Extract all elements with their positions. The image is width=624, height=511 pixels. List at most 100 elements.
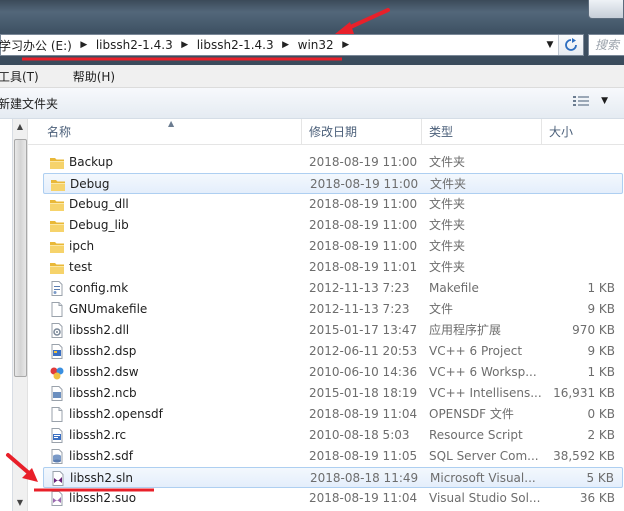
file-name: test bbox=[69, 260, 93, 274]
breadcrumb-drive[interactable]: 学习办公 (E:) ▶ bbox=[0, 35, 90, 55]
file-date: 2018-08-19 11:00 bbox=[309, 155, 418, 169]
file-row[interactable]: libssh2.dll 2015-01-17 13:47 应用程序扩展 970 KB bbox=[43, 320, 623, 341]
column-header-date[interactable]: 修改日期 bbox=[309, 119, 357, 144]
vertical-scrollbar[interactable]: ▲ ▼ bbox=[13, 119, 28, 511]
breadcrumb-label: libssh2-1.4.3 bbox=[95, 38, 173, 52]
breadcrumb-label: 学习办公 (E:) bbox=[0, 38, 72, 53]
file-size: 970 KB bbox=[572, 323, 615, 337]
dsw-icon bbox=[49, 365, 65, 380]
new-folder-button[interactable]: 新建文件夹 bbox=[0, 95, 58, 112]
folder-icon bbox=[49, 218, 65, 233]
file-date: 2018-08-19 11:00 bbox=[309, 239, 418, 253]
file-date: 2012-06-11 20:53 bbox=[309, 344, 418, 358]
file-row[interactable]: libssh2.dsw 2010-06-10 14:36 VC++ 6 Worksp… bbox=[43, 362, 623, 383]
folder-icon bbox=[49, 260, 65, 275]
file-row[interactable]: Backup 2018-08-19 11:00 文件夹 bbox=[43, 152, 623, 173]
column-header-row: ▲ 名称 修改日期 类型 大小 bbox=[13, 119, 624, 145]
search-input[interactable]: 搜索 bbox=[588, 34, 624, 56]
file-row[interactable]: libssh2.ncb 2015-01-18 18:19 VC++ Intellis… bbox=[43, 383, 623, 404]
folder-icon bbox=[50, 177, 66, 192]
breadcrumb-label: win32 bbox=[297, 38, 334, 52]
file-size: 5 KB bbox=[586, 471, 614, 485]
breadcrumb-win32[interactable]: win32 ▶ bbox=[292, 35, 352, 55]
file-row[interactable]: libssh2.dsp 2012-06-11 20:53 VC++ 6 Projec… bbox=[43, 341, 623, 362]
file-row[interactable]: test 2018-08-19 11:01 文件夹 bbox=[43, 257, 623, 278]
view-list-icon bbox=[573, 96, 590, 106]
file-date: 2010-08-18 5:03 bbox=[309, 428, 410, 442]
file-date: 2018-08-19 11:04 bbox=[309, 407, 418, 421]
makefile-icon bbox=[49, 281, 65, 296]
column-divider[interactable] bbox=[301, 119, 302, 144]
file-type: SQL Server Com... bbox=[429, 449, 539, 463]
chevron-down-icon[interactable]: ▼ bbox=[543, 38, 557, 52]
column-header-name[interactable]: 名称 bbox=[47, 119, 71, 144]
file-row[interactable]: GNUmakefile 2012-11-13 7:23 文件 9 KB bbox=[43, 299, 623, 320]
file-row[interactable]: Debug_dll 2018-08-19 11:00 文件夹 bbox=[43, 194, 623, 215]
blank-file-icon bbox=[49, 407, 65, 422]
file-date: 2018-08-19 11:04 bbox=[309, 491, 418, 505]
column-header-type[interactable]: 类型 bbox=[429, 119, 453, 144]
file-type: VC++ Intellisens... bbox=[429, 386, 541, 400]
file-row[interactable]: libssh2.opensdf 2018-08-19 11:04 OPENSDF 文… bbox=[43, 404, 623, 425]
file-row[interactable]: config.mk 2012-11-13 7:23 Makefile 1 KB bbox=[43, 278, 623, 299]
scroll-up-icon[interactable]: ▲ bbox=[13, 119, 27, 135]
rc-icon bbox=[49, 428, 65, 443]
file-size: 0 KB bbox=[587, 407, 615, 421]
column-header-size[interactable]: 大小 bbox=[549, 119, 573, 144]
navigation-pane bbox=[0, 119, 13, 511]
sort-ascending-icon: ▲ bbox=[168, 119, 175, 128]
file-date: 2018-08-19 11:00 bbox=[309, 218, 418, 232]
file-size: 9 KB bbox=[587, 302, 615, 316]
file-type: Resource Script bbox=[429, 428, 523, 442]
column-divider[interactable] bbox=[541, 119, 542, 144]
file-type: 文件夹 bbox=[430, 177, 467, 191]
file-name: libssh2.dsp bbox=[69, 344, 137, 358]
file-name: libssh2.dsw bbox=[69, 365, 139, 379]
file-size: 36 KB bbox=[579, 491, 615, 505]
view-options-button[interactable]: ▼ bbox=[573, 95, 608, 107]
file-size: 1 KB bbox=[587, 365, 615, 379]
file-name: libssh2.ncb bbox=[69, 386, 137, 400]
menu-help[interactable]: 帮助(H) bbox=[73, 68, 125, 85]
file-name: libssh2.suo bbox=[69, 491, 137, 505]
folder-icon bbox=[49, 239, 65, 254]
address-bar[interactable]: 学习办公 (E:) ▶ libssh2-1.4.3 ▶ libssh2-1.4.… bbox=[0, 34, 584, 56]
chevron-down-icon[interactable]: ▼ bbox=[601, 96, 608, 106]
file-date: 2015-01-18 18:19 bbox=[309, 386, 418, 400]
file-date: 2015-01-17 13:47 bbox=[309, 323, 418, 337]
file-name: libssh2.dll bbox=[69, 323, 130, 337]
chevron-right-icon[interactable]: ▶ bbox=[340, 40, 352, 50]
file-size: 2 KB bbox=[587, 428, 615, 442]
file-row[interactable]: libssh2.rc 2010-08-18 5:03 Resource Script… bbox=[43, 425, 623, 446]
column-divider[interactable] bbox=[421, 119, 422, 144]
breadcrumb-libssh2-outer[interactable]: libssh2-1.4.3 ▶ bbox=[90, 35, 191, 55]
file-date: 2018-08-19 11:00 bbox=[310, 177, 419, 191]
chevron-right-icon[interactable]: ▶ bbox=[179, 40, 191, 50]
file-row[interactable]: Debug 2018-08-19 11:00 文件夹 bbox=[43, 173, 623, 194]
file-name: libssh2.sdf bbox=[69, 449, 133, 463]
scroll-down-icon[interactable]: ▼ bbox=[13, 495, 27, 511]
ncb-icon bbox=[49, 386, 65, 401]
file-row[interactable]: libssh2.sln 2018-08-18 11:49 Microsoft Vis… bbox=[43, 467, 623, 488]
file-row[interactable]: ipch 2018-08-19 11:00 文件夹 bbox=[43, 236, 623, 257]
file-name: Debug bbox=[70, 177, 110, 191]
chevron-right-icon[interactable]: ▶ bbox=[78, 40, 90, 50]
file-type: 文件 bbox=[429, 302, 454, 316]
file-date: 2018-08-18 11:49 bbox=[310, 471, 419, 485]
window-button[interactable] bbox=[588, 0, 624, 19]
file-row[interactable]: Debug_lib 2018-08-19 11:00 文件夹 bbox=[43, 215, 623, 236]
file-row[interactable]: libssh2.suo 2018-08-19 11:04 Visual Studio… bbox=[43, 488, 623, 509]
menu-tools[interactable]: 工具(T) bbox=[0, 68, 49, 85]
file-type: 文件夹 bbox=[429, 197, 466, 211]
file-name: libssh2.sln bbox=[70, 471, 134, 485]
sdf-icon bbox=[49, 449, 65, 464]
dsp-icon bbox=[49, 344, 65, 359]
scrollbar-thumb[interactable] bbox=[14, 139, 27, 377]
file-type: 文件夹 bbox=[429, 155, 466, 169]
folder-icon bbox=[49, 155, 65, 170]
refresh-button[interactable] bbox=[558, 35, 583, 55]
file-date: 2012-11-13 7:23 bbox=[309, 281, 410, 295]
file-row[interactable]: libssh2.sdf 2018-08-19 11:05 SQL Server Co… bbox=[43, 446, 623, 467]
breadcrumb-libssh2-inner[interactable]: libssh2-1.4.3 ▶ bbox=[191, 35, 292, 55]
chevron-right-icon[interactable]: ▶ bbox=[280, 40, 292, 50]
